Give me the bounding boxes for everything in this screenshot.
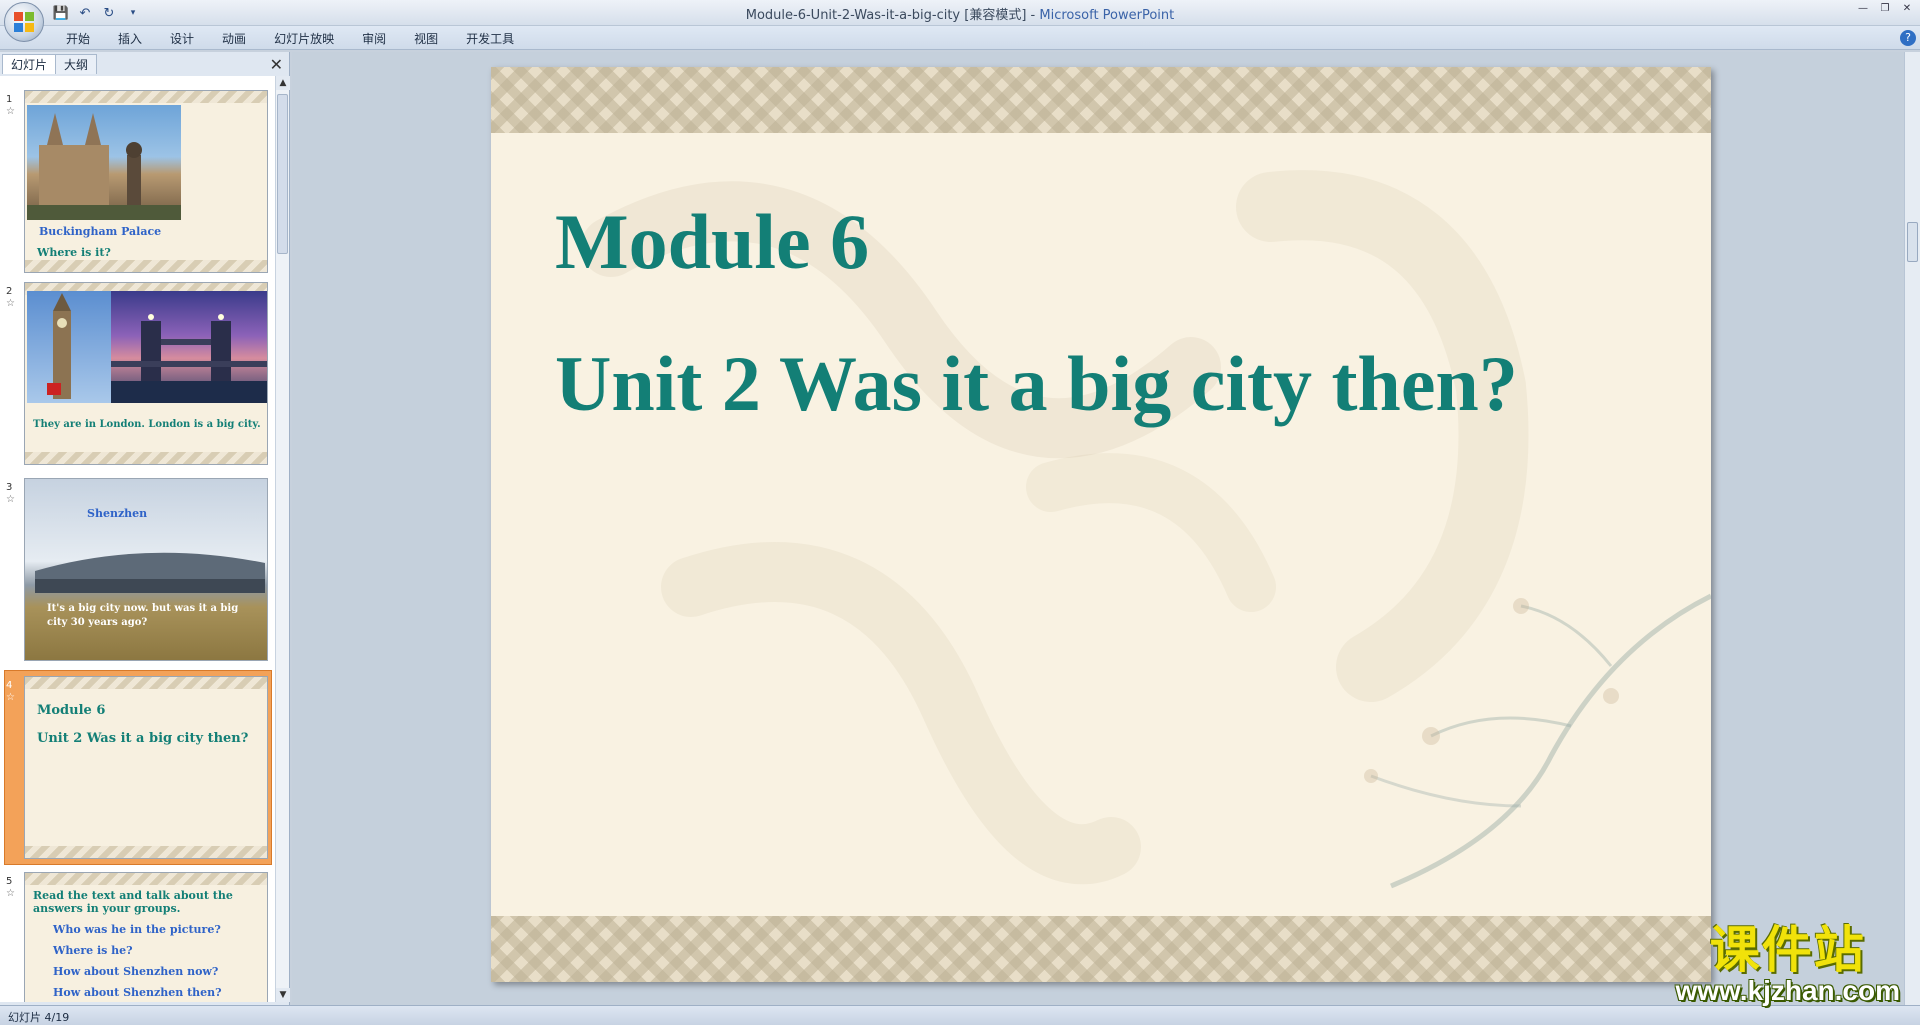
- slide-number: 1: [6, 94, 13, 105]
- site-watermark: 课件站 www.kjzhan.com: [1675, 923, 1900, 1005]
- palace-photo: [27, 105, 181, 220]
- slide-number: 3: [6, 482, 13, 493]
- thumbnail-preview: Buckingham Palace Where is it?: [24, 90, 268, 273]
- tab-review[interactable]: 审阅: [348, 30, 400, 48]
- thumbnail-preview: Shenzhen It's a big city now. but was it…: [24, 478, 268, 661]
- window-controls: — ❐ ✕: [1856, 2, 1914, 16]
- editor-scrollbar[interactable]: [1904, 52, 1920, 1005]
- thumbnail-preview: Read the text and talk about the answers…: [24, 872, 268, 1002]
- transition-star-icon: ☆: [6, 888, 15, 899]
- help-icon[interactable]: ?: [1900, 30, 1916, 46]
- close-pane-icon[interactable]: ✕: [270, 55, 283, 74]
- tab-design[interactable]: 设计: [156, 30, 208, 48]
- thumb-caption: Buckingham Palace: [39, 225, 162, 238]
- thumb-caption: Module 6: [37, 703, 106, 718]
- close-icon[interactable]: ✕: [1900, 2, 1914, 16]
- document-title: Module-6-Unit-2-Was-it-a-big-city [兼容模式]: [745, 8, 1027, 23]
- border-decoration: [25, 846, 267, 858]
- tab-slideshow[interactable]: 幻灯片放映: [260, 30, 348, 48]
- minimize-icon[interactable]: —: [1856, 2, 1870, 16]
- app-name: Microsoft PowerPoint: [1039, 8, 1175, 23]
- title-bar: 💾 ↶ ↻ ▾ Module-6-Unit-2-Was-it-a-big-cit…: [0, 0, 1920, 26]
- office-logo-icon: [14, 12, 34, 32]
- pane-tabs: 幻灯片 大纲: [2, 54, 98, 74]
- thumb-caption: They are in London. London is a big city…: [33, 419, 261, 430]
- thumb-caption: Where is he?: [53, 944, 133, 957]
- border-decoration: [25, 677, 267, 689]
- tab-insert[interactable]: 插入: [104, 30, 156, 48]
- scrollbar-thumb[interactable]: [1907, 222, 1918, 262]
- transition-star-icon: ☆: [6, 298, 15, 309]
- border-decoration: [25, 91, 267, 103]
- current-slide[interactable]: Module 6 Unit 2 Was it a big city then?: [491, 67, 1711, 982]
- big-ben-photo: [27, 291, 111, 403]
- scrollbar-thumb[interactable]: [277, 94, 288, 254]
- pane-scrollbar[interactable]: ▲ ▼: [275, 76, 290, 1002]
- slide-counter: 幻灯片 4/19: [8, 1011, 70, 1024]
- slide-title[interactable]: Module 6: [555, 197, 869, 287]
- thumb-caption: Where is it?: [37, 246, 111, 259]
- thumb-caption: city 30 years ago?: [47, 617, 148, 628]
- scroll-up-icon[interactable]: ▲: [276, 76, 290, 90]
- office-button[interactable]: [4, 2, 44, 42]
- watermark-cn-text: 课件站: [1709, 921, 1866, 979]
- thumbnail-preview: Module 6 Unit 2 Was it a big city then?: [24, 676, 268, 859]
- slide-number: 4: [6, 680, 13, 691]
- restore-icon[interactable]: ❐: [1878, 2, 1892, 16]
- border-decoration: [25, 260, 267, 272]
- thumb-caption: It's a big city now. but was it a big: [47, 603, 239, 614]
- tab-slides[interactable]: 幻灯片: [2, 54, 57, 74]
- tab-view[interactable]: 视图: [400, 30, 452, 48]
- tower-bridge-illustration: [111, 314, 267, 403]
- slide-border-bottom: [491, 916, 1711, 982]
- thumbnail-list[interactable]: 1 ☆ Buckingham Palace Where is it? 2 ☆ T…: [0, 76, 276, 1002]
- border-decoration: [25, 873, 267, 885]
- thumb-caption: Unit 2 Was it a big city then?: [37, 731, 249, 746]
- thumb-caption: How about Shenzhen then?: [53, 986, 222, 999]
- transition-star-icon: ☆: [6, 692, 15, 703]
- ribbon-tabs: 开始 插入 设计 动画 幻灯片放映 审阅 视图 开发工具: [52, 30, 528, 48]
- slide-subtitle[interactable]: Unit 2 Was it a big city then?: [555, 339, 1518, 429]
- thumb-caption: How about Shenzhen now?: [53, 965, 219, 978]
- ribbon: 开始 插入 设计 动画 幻灯片放映 审阅 视图 开发工具 ?: [0, 26, 1920, 50]
- status-bar: 幻灯片 4/19: [0, 1005, 1920, 1025]
- big-ben-illustration: [47, 293, 71, 399]
- slides-pane: 幻灯片 大纲 ✕ 1 ☆ Buckingham Palace Where is …: [0, 52, 290, 1005]
- slide-number: 5: [6, 876, 13, 887]
- transition-star-icon: ☆: [6, 106, 15, 117]
- scroll-down-icon[interactable]: ▼: [276, 988, 290, 1002]
- tab-home[interactable]: 开始: [52, 30, 104, 48]
- thumbnail-preview: They are in London. London is a big city…: [24, 282, 268, 465]
- slide-number: 2: [6, 286, 13, 297]
- thumb-caption: answers in your groups.: [33, 902, 181, 915]
- transition-star-icon: ☆: [6, 494, 15, 505]
- thumb-caption: Who was he in the picture?: [53, 923, 221, 936]
- tower-bridge-photo: [111, 291, 267, 403]
- window-title: Module-6-Unit-2-Was-it-a-big-city [兼容模式]…: [0, 4, 1920, 23]
- palace-illustration: [27, 113, 181, 220]
- thumb-caption: Read the text and talk about the: [33, 889, 233, 902]
- watermark-url-text: www.kjzhan.com: [1675, 975, 1900, 1006]
- title-separator: -: [1026, 8, 1040, 23]
- plum-branch-decoration: [1364, 593, 1711, 889]
- tab-outline[interactable]: 大纲: [55, 54, 98, 74]
- border-decoration: [25, 452, 267, 464]
- tab-developer[interactable]: 开发工具: [452, 30, 528, 48]
- thumb-caption: Shenzhen: [87, 507, 148, 520]
- tab-animations[interactable]: 动画: [208, 30, 260, 48]
